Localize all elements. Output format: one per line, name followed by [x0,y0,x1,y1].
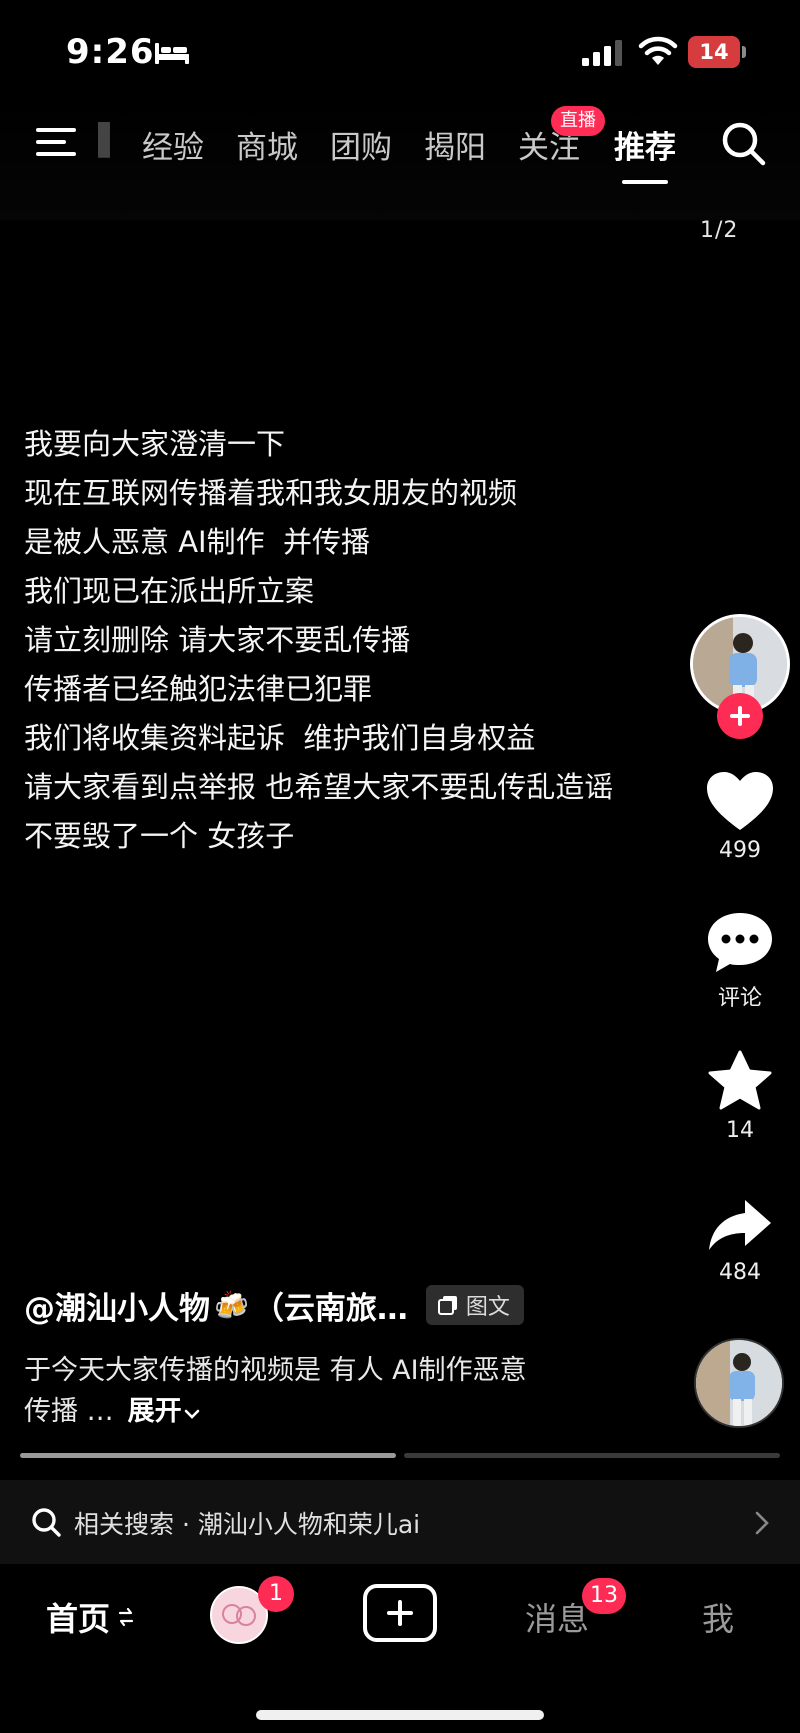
wifi-icon [638,36,678,65]
author-line[interactable]: @潮汕小人物 🍻 （云南旅… 图文 [24,1280,524,1330]
comment-icon [708,913,772,972]
author-tail[interactable]: （云南旅… [253,1283,408,1328]
content-line: 是被人恶意 AI制作 并传播 [24,525,371,559]
content-line: 我要向大家澄清一下 [24,427,286,461]
related-search-text: 相关搜索 · 潮汕小人物和荣儿ai [74,1510,421,1539]
follow-button[interactable] [717,693,763,739]
comment-label: 评论 [717,986,762,1011]
swap-icon [118,1607,134,1627]
description-line: 于今天大家传播的视频是 有人 AI制作恶意 [24,1355,527,1386]
post-description: 于今天大家传播的视频是 有人 AI制作恶意 传播 … 展开 [24,1350,664,1432]
content-line: 传播者已经触犯法律已犯罪 [24,672,373,706]
description-truncated: 传播 … [24,1396,114,1427]
description-line-2: 传播 … 展开 [24,1391,664,1432]
tab-messages[interactable]: 消息 [525,1594,589,1640]
post-content: 我要向大家澄清一下 现在互联网传播着我和我女朋友的视频 是被人恶意 AI制作 并… [24,420,704,861]
related-search-bar[interactable]: 相关搜索 · 潮汕小人物和荣儿ai [0,1480,800,1564]
share-button[interactable]: 484 [698,1198,782,1285]
content-line: 不要毁了一个 女孩子 [24,819,295,853]
chevron-right-icon [755,1511,769,1535]
tab-group-buy[interactable]: 团购 [330,122,392,167]
progress-segment-current [20,1453,396,1458]
content-line: 我们现已在派出所立案 [24,574,315,608]
favorite-button[interactable]: 14 [698,1050,782,1143]
author-name[interactable]: @潮汕小人物 [24,1283,210,1328]
page-counter: 1/2 [700,218,739,243]
like-button[interactable]: 499 [698,770,782,863]
nav-faded-edge: ▌ [98,122,112,158]
expand-label: 展开 [127,1396,182,1427]
battery-level: 14 [699,40,729,64]
tab-me[interactable]: 我 [702,1594,734,1640]
share-count: 484 [719,1260,761,1285]
post-type-label: 图文 [465,1295,510,1320]
content-line: 我们将收集资料起诉 维护我们自身权益 [24,721,536,755]
gallery-icon [437,1296,457,1315]
share-icon [709,1200,771,1250]
tab-recommended[interactable]: 推荐 [614,122,676,167]
music-disc[interactable] [694,1338,784,1428]
create-button[interactable] [363,1584,437,1642]
content-line: 请立刻删除 请大家不要乱传播 [24,623,411,657]
messages-badge: 13 [582,1578,626,1614]
menu-icon[interactable] [36,124,80,160]
bottom-tab-bar: 首页 1 消息 13 我 [0,1564,800,1733]
comment-button[interactable]: 评论 [698,910,782,1012]
active-tab-indicator [622,180,668,184]
status-time: 9:26 [66,32,155,72]
home-indicator[interactable] [256,1710,544,1720]
content-line: 请大家看到点举报 也希望大家不要乱传乱造谣 [24,770,614,804]
status-bar: 9:26 14 [0,0,800,100]
search-icon [32,1508,61,1537]
friends-badge: 1 [258,1576,294,1612]
post-type-chip: 图文 [425,1285,524,1325]
tab-experience[interactable]: 经验 [142,122,204,167]
expand-button[interactable]: 展开 [128,1396,200,1427]
bed-icon [155,43,189,64]
signal-icon [582,40,622,66]
favorite-count: 14 [726,1118,754,1143]
top-nav: ▌ 经验 商城 团购 揭阳 关注 直播 推荐 [0,100,800,220]
search-icon[interactable] [720,120,766,166]
progress-segment-next [404,1453,780,1458]
battery-indicator: 14 [688,36,746,68]
beer-icon: 🍻 [214,1288,249,1322]
like-count: 499 [719,838,761,863]
content-line: 现在互联网传播着我和我女朋友的视频 [24,476,518,510]
live-badge: 直播 [551,106,605,136]
tab-local[interactable]: 揭阳 [424,122,486,167]
heart-icon [707,772,773,830]
star-icon [708,1050,772,1110]
tab-home[interactable]: 首页 [46,1594,110,1640]
chevron-down-icon [184,1409,199,1419]
tab-mall[interactable]: 商城 [236,122,298,167]
